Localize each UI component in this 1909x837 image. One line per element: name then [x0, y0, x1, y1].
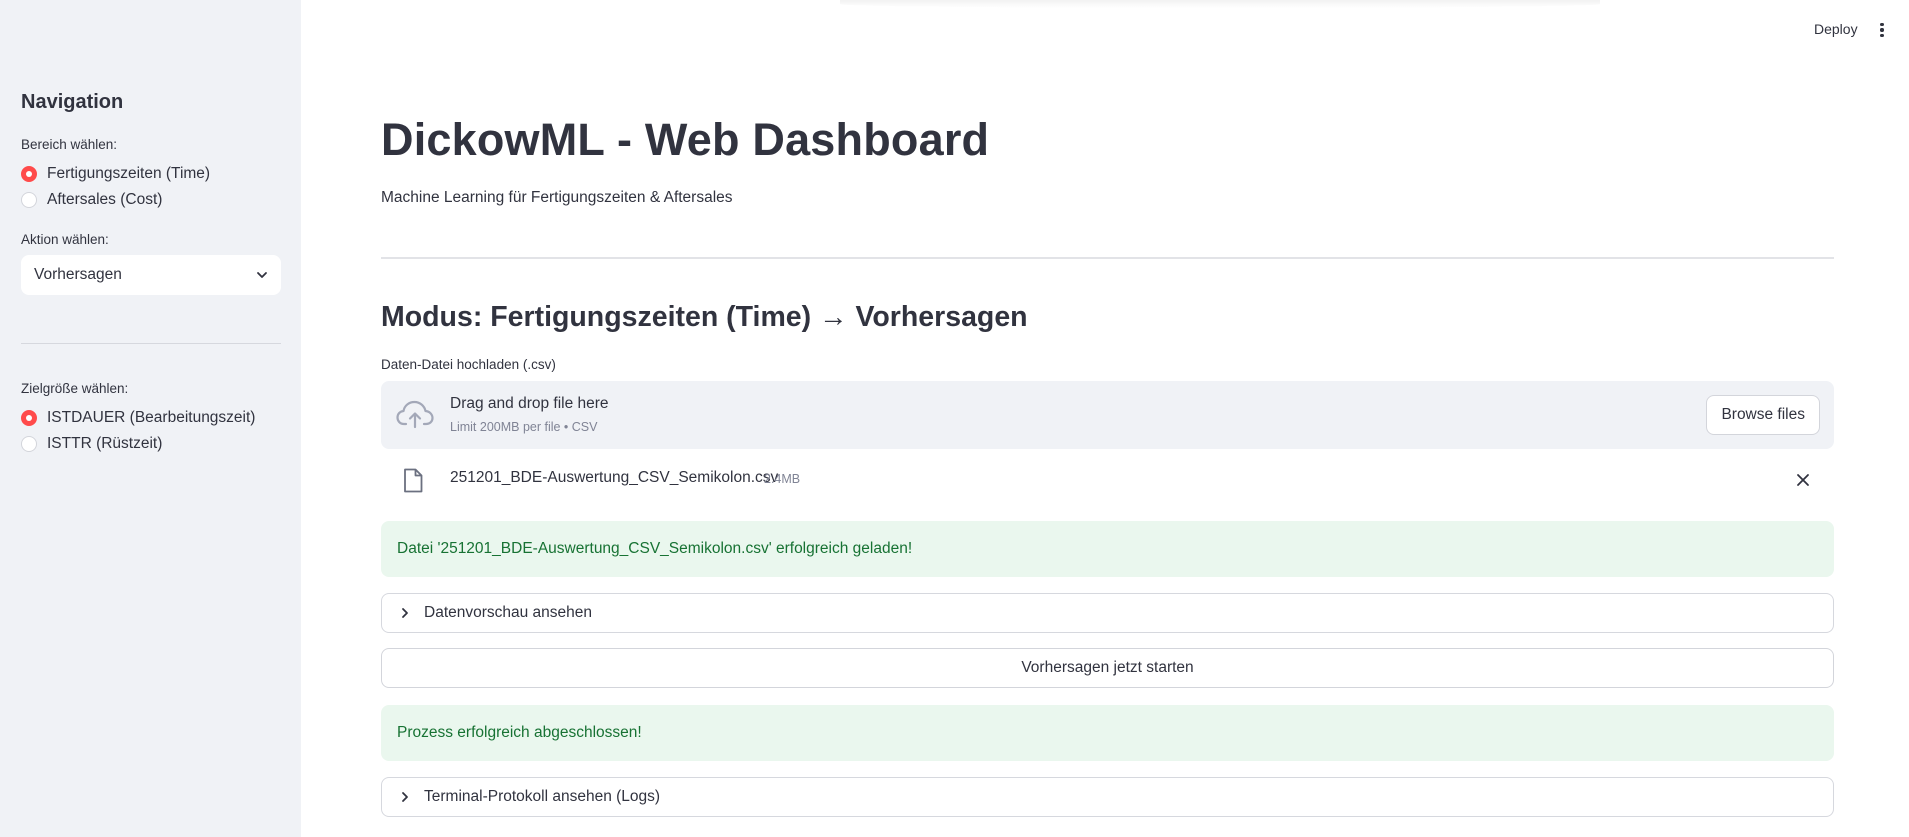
chevron-right-icon [402, 792, 408, 802]
radio-option-istdauer[interactable]: ISTDAUER (Bearbeitungszeit) [21, 409, 255, 427]
start-prediction-button[interactable]: Vorhersagen jetzt starten [381, 648, 1834, 688]
radio-option-label: Fertigungszeiten (Time) [47, 165, 211, 182]
radio-checked-icon[interactable] [21, 410, 37, 426]
browse-files-button[interactable]: Browse files [1706, 395, 1820, 435]
action-select-label: Aktion wählen: [21, 232, 109, 247]
header-decoration [840, 0, 1600, 8]
page-subtitle: Machine Learning für Fertigungszeiten & … [381, 189, 733, 206]
cloud-upload-icon [396, 400, 434, 429]
process-success-alert: Prozess erfolgreich abgeschlossen! [381, 705, 1834, 761]
sidebar: Navigation Bereich wählen: Fertigungszei… [0, 0, 301, 837]
radio-option-label: ISTDAUER (Bearbeitungszeit) [47, 409, 256, 426]
area-radio-label: Bereich wählen: [21, 137, 118, 152]
radio-option-label: Aftersales (Cost) [47, 191, 163, 208]
logs-expander[interactable]: Terminal-Protokoll ansehen (Logs) [381, 777, 1834, 817]
main-menu-icon[interactable] [1875, 20, 1889, 40]
dropzone-limit: Limit 200MB per file • CSV [450, 420, 598, 434]
expander-label: Terminal-Protokoll ansehen (Logs) [424, 788, 661, 805]
close-icon[interactable] [1794, 471, 1812, 489]
load-success-message: Datei '251201_BDE-Auswertung_CSV_Semikol… [397, 540, 913, 557]
data-preview-expander[interactable]: Datenvorschau ansehen [381, 593, 1834, 633]
expander-label: Datenvorschau ansehen [424, 604, 593, 621]
radio-unchecked-icon[interactable] [21, 192, 37, 208]
uploaded-file-name: 251201_BDE-Auswertung_CSV_Semikolon.csv [450, 469, 779, 486]
file-dropzone[interactable]: Drag and drop file here Limit 200MB per … [381, 381, 1834, 449]
file-icon [404, 468, 423, 493]
action-select-value: Vorhersagen [34, 266, 122, 283]
sidebar-heading: Navigation [21, 91, 124, 113]
uploaded-file-size: 2.4MB [764, 472, 801, 486]
radio-checked-icon[interactable] [21, 166, 37, 182]
load-success-alert: Datei '251201_BDE-Auswertung_CSV_Semikol… [381, 521, 1834, 577]
radio-option-cost[interactable]: Aftersales (Cost) [21, 191, 162, 209]
chevron-right-icon [402, 608, 408, 618]
dropzone-title: Drag and drop file here [450, 395, 609, 412]
radio-unchecked-icon[interactable] [21, 436, 37, 452]
section-title: Modus: Fertigungszeiten (Time) → Vorhers… [381, 301, 1028, 333]
target-radio-label: Zielgröße wählen: [21, 381, 129, 396]
file-uploader-label: Daten-Datei hochladen (.csv) [381, 357, 556, 372]
chevron-down-icon [257, 272, 267, 278]
uploaded-file-row: 251201_BDE-Auswertung_CSV_Semikolon.csv … [381, 462, 1834, 498]
action-select[interactable]: Vorhersagen [21, 255, 281, 295]
deploy-button[interactable]: Deploy [1814, 21, 1858, 37]
divider [381, 257, 1834, 259]
radio-option-time[interactable]: Fertigungszeiten (Time) [21, 165, 210, 183]
radio-option-label: ISTTR (Rüstzeit) [47, 435, 163, 452]
page-title: DickowML - Web Dashboard [381, 114, 990, 165]
process-success-message: Prozess erfolgreich abgeschlossen! [397, 724, 642, 741]
sidebar-divider [21, 343, 281, 344]
radio-option-isttr[interactable]: ISTTR (Rüstzeit) [21, 435, 162, 453]
